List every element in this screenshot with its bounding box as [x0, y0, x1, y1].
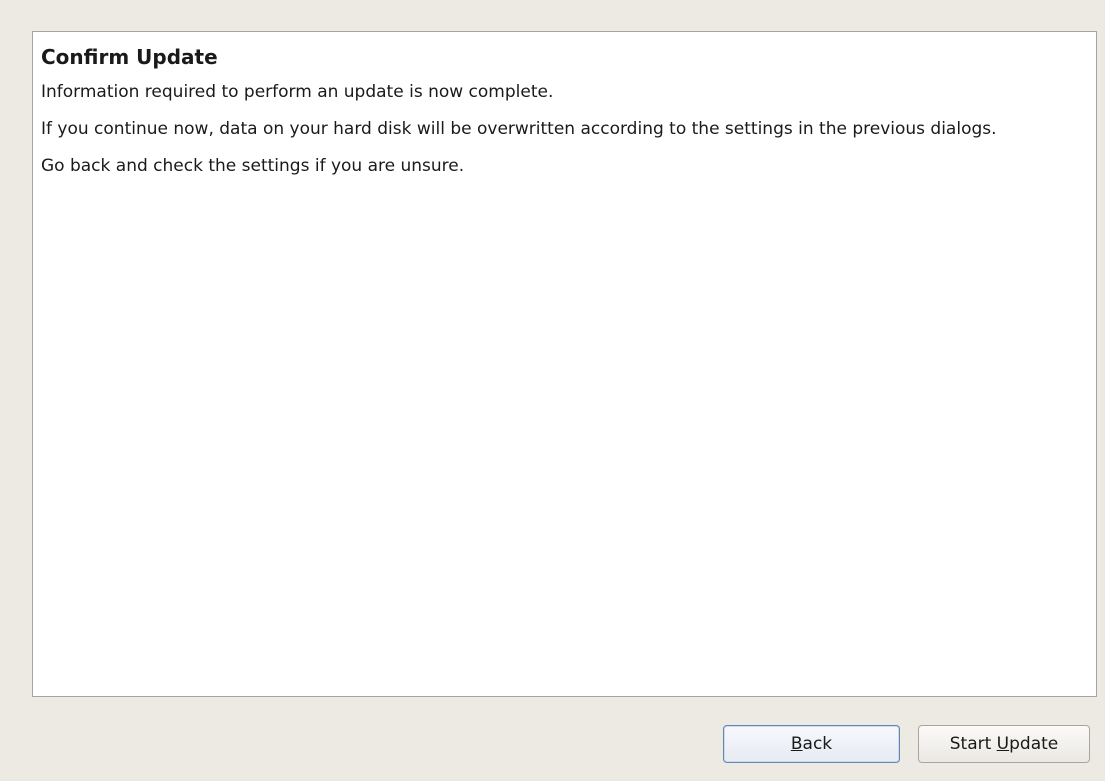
button-row: Back Start Update — [0, 725, 1105, 765]
content-panel: Confirm Update Information required to p… — [32, 31, 1097, 697]
page-title: Confirm Update — [41, 45, 218, 69]
back-button[interactable]: Back — [723, 725, 900, 763]
info-paragraph-go-back-hint: Go back and check the settings if you ar… — [41, 156, 465, 176]
back-button-label-post: ack — [802, 734, 833, 754]
info-paragraph-complete: Information required to perform an updat… — [41, 82, 554, 102]
start-update-button[interactable]: Start Update — [918, 725, 1090, 763]
info-paragraph-overwrite-warning: If you continue now, data on your hard d… — [41, 119, 997, 139]
start-update-mnemonic: U — [996, 734, 1010, 754]
start-update-label-post: pdate — [1009, 734, 1059, 754]
back-button-mnemonic: B — [790, 734, 803, 754]
start-update-label-pre: Start — [949, 734, 997, 754]
